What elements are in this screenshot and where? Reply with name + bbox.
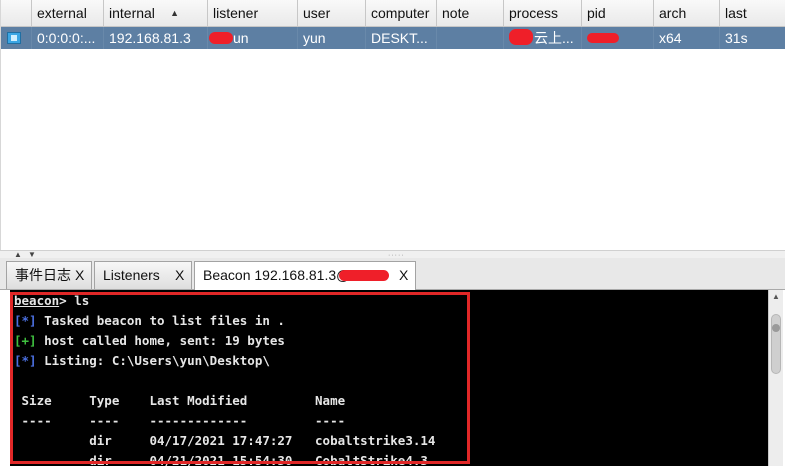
column-header-external[interactable]: external [32, 0, 104, 27]
listing-header: Size Type Last Modified Name [14, 393, 346, 408]
tab-beacon[interactable]: Beacon 192.168.81.3@ X [194, 261, 416, 291]
console-line-text: Tasked beacon to list files in . [36, 313, 285, 328]
column-header-icon[interactable] [1, 0, 32, 27]
close-icon[interactable]: X [75, 262, 84, 288]
cell-user: yun [298, 27, 366, 49]
column-header-process[interactable]: process [504, 0, 582, 27]
column-header-note[interactable]: note [437, 0, 504, 27]
cell-internal: 192.168.81.3 [104, 27, 208, 49]
console-line-prefix: [+] [14, 333, 37, 348]
scroll-up-icon[interactable]: ▲ [769, 290, 783, 304]
column-header-arch[interactable]: arch [654, 0, 720, 27]
cell-last: 31s [720, 27, 785, 49]
console-prompt: beacon [14, 293, 60, 308]
row-icon-cell [1, 27, 32, 49]
close-icon[interactable]: X [175, 262, 184, 288]
windows-icon [7, 32, 21, 44]
scroll-thumb[interactable] [771, 314, 781, 374]
console-scrollbar[interactable]: ▲ [768, 290, 783, 466]
cell-note [437, 27, 504, 49]
column-header-internal-label: internal [109, 5, 155, 21]
column-header-pid[interactable]: pid [582, 0, 654, 27]
redaction-mark [339, 270, 389, 281]
listing-row: dir 04/17/2021 17:47:27 cobaltstrike3.14 [14, 433, 436, 448]
table-header: external internal ▲ listener user comput… [1, 0, 785, 27]
console-line-text: host called home, sent: 19 bytes [36, 333, 285, 348]
redaction-mark [209, 32, 233, 44]
sort-ascending-icon: ▲ [170, 8, 179, 18]
column-header-last[interactable]: last [720, 0, 785, 27]
console-line: [+] host called home, sent: 19 bytes [14, 333, 285, 348]
tab-beacon-label: Beacon 192.168.81.3@ [203, 267, 351, 283]
console-line-prefix: [*] [14, 313, 37, 328]
cobalt-strike-window: external internal ▲ listener user comput… [0, 0, 785, 466]
beacon-console[interactable]: beacon> ls [*] Tasked beacon to list fil… [10, 290, 783, 466]
cell-arch: x64 [654, 27, 720, 49]
column-header-internal[interactable]: internal ▲ [104, 0, 208, 27]
column-header-computer[interactable]: computer [366, 0, 437, 27]
column-header-listener[interactable]: listener [208, 0, 298, 27]
console-command: > ls [59, 293, 90, 308]
tab-listeners[interactable]: Listeners X [94, 261, 192, 289]
console-line: [*] Listing: C:\Users\yun\Desktop\ [14, 353, 270, 368]
listing-rule: ---- ---- ------------- ---- [14, 413, 346, 428]
cell-external: 0:0:0:0:... [32, 27, 104, 49]
tab-listeners-label: Listeners [103, 267, 160, 283]
listing-row: dir 04/21/2021 15:54:30 CobaltStrike4.3 [14, 453, 428, 466]
cell-computer: DESKT... [366, 27, 437, 49]
sessions-table: external internal ▲ listener user comput… [0, 0, 785, 250]
tab-event-log[interactable]: 事件日志 X [6, 261, 92, 289]
scroll-knob-icon [772, 324, 780, 332]
table-row[interactable]: 0:0:0:0:... 192.168.81.3 un yun DESKT...… [1, 27, 785, 49]
tab-bar: 事件日志 X Listeners X Beacon 192.168.81.3@ … [0, 258, 785, 291]
column-header-user[interactable]: user [298, 0, 366, 27]
redaction-mark [587, 33, 619, 43]
redaction-mark [509, 29, 533, 45]
console-line: [*] Tasked beacon to list files in . [14, 313, 285, 328]
console-prompt-line: beacon> ls [14, 293, 89, 308]
console-line-prefix: [*] [14, 353, 37, 368]
close-icon[interactable]: X [399, 262, 408, 288]
pane-splitter[interactable]: ▲ ▼ ····· [0, 250, 785, 259]
console-line-text: Listing: C:\Users\yun\Desktop\ [36, 353, 270, 368]
tab-event-log-label: 事件日志 [15, 267, 71, 283]
